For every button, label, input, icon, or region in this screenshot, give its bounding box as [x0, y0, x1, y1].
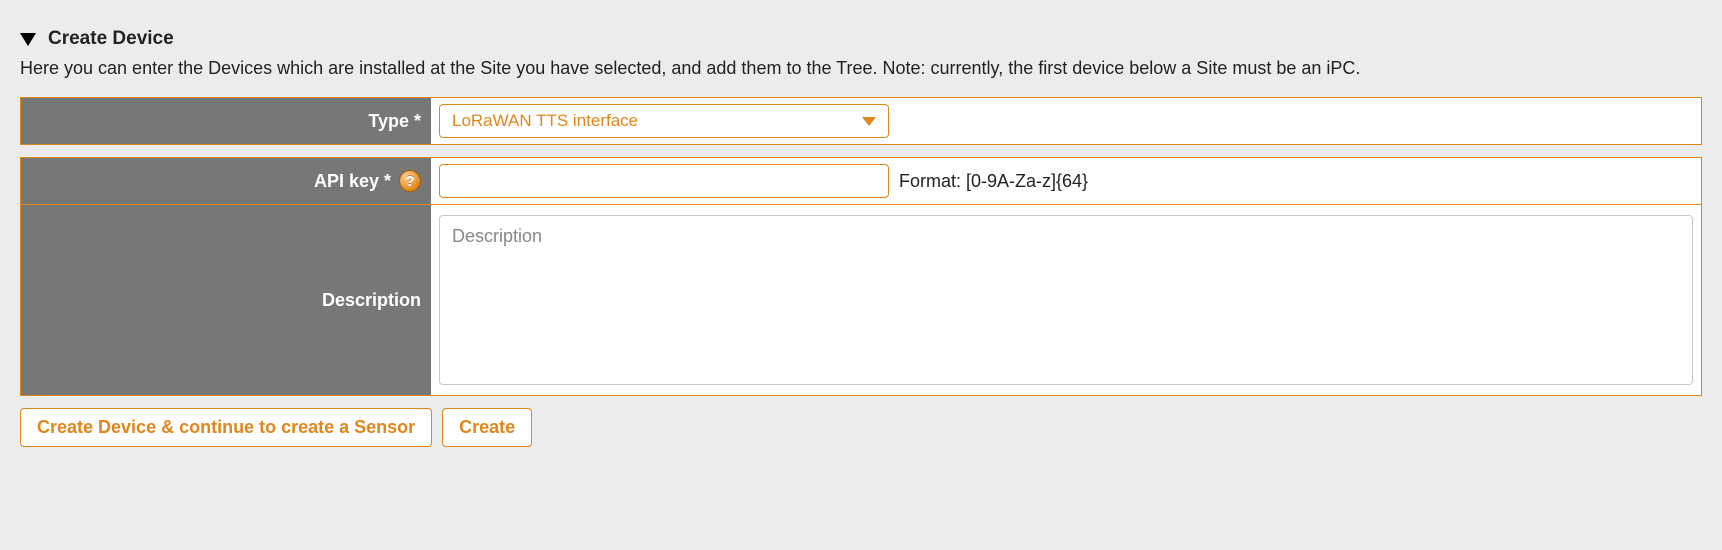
apikey-label: API key * ?: [21, 158, 431, 204]
apikey-value-cell: Format: [0-9A-Za-z]{64}: [431, 158, 1701, 204]
help-icon[interactable]: ?: [399, 170, 421, 192]
description-value-cell: [431, 205, 1701, 395]
collapse-icon: [20, 33, 36, 46]
description-row: Description: [21, 204, 1701, 395]
section-header[interactable]: Create Device: [20, 28, 1702, 50]
type-group: Type * LoRaWAN TTS interface: [20, 97, 1702, 145]
apikey-label-text: API key *: [314, 171, 391, 192]
type-row: Type * LoRaWAN TTS interface: [21, 98, 1701, 144]
apikey-hint: Format: [0-9A-Za-z]{64}: [899, 171, 1088, 192]
create-button[interactable]: Create: [442, 408, 532, 447]
description-label-text: Description: [322, 290, 421, 311]
buttons-row: Create Device & continue to create a Sen…: [20, 408, 1702, 447]
apikey-row: API key * ? Format: [0-9A-Za-z]{64}: [21, 158, 1701, 204]
intro-text: Here you can enter the Devices which are…: [20, 58, 1702, 79]
description-textarea[interactable]: [439, 215, 1693, 385]
type-value-cell: LoRaWAN TTS interface: [431, 98, 1701, 144]
section-title: Create Device: [48, 28, 174, 50]
chevron-down-icon: [862, 117, 876, 126]
type-select[interactable]: LoRaWAN TTS interface: [439, 104, 889, 138]
apikey-input[interactable]: [439, 164, 889, 198]
create-and-continue-button[interactable]: Create Device & continue to create a Sen…: [20, 408, 432, 447]
type-label: Type *: [21, 98, 431, 144]
details-group: API key * ? Format: [0-9A-Za-z]{64} Desc…: [20, 157, 1702, 396]
description-label: Description: [21, 205, 431, 395]
type-selected-value: LoRaWAN TTS interface: [452, 111, 638, 131]
type-label-text: Type *: [368, 111, 421, 132]
